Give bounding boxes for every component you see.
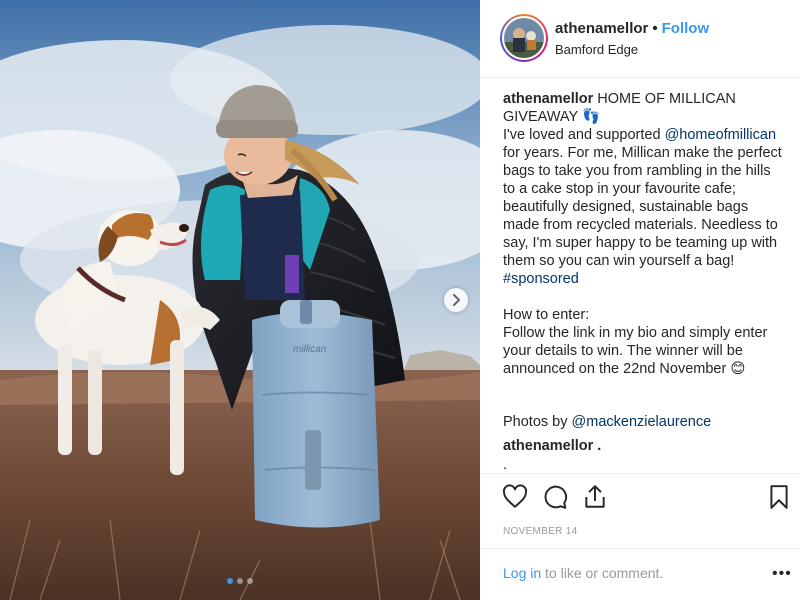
share-button[interactable] bbox=[582, 484, 608, 510]
carousel-dot bbox=[247, 578, 253, 584]
more-options-icon[interactable]: ••• bbox=[772, 565, 792, 583]
comment-icon bbox=[544, 485, 568, 509]
mention-mackenzielaurence[interactable]: @mackenzielaurence bbox=[572, 414, 712, 430]
like-button[interactable] bbox=[502, 484, 528, 510]
avatar[interactable] bbox=[500, 14, 548, 62]
carousel-dot-active bbox=[227, 578, 233, 584]
bookmark-icon bbox=[770, 485, 788, 509]
post-header: athenamellor • Follow Bamford Edge bbox=[480, 0, 800, 78]
divider bbox=[480, 473, 800, 474]
login-suffix: to like or comment. bbox=[541, 565, 664, 581]
caption-para1-start: I've loved and supported bbox=[503, 127, 665, 143]
action-bar bbox=[500, 484, 790, 510]
chevron-right-icon bbox=[453, 294, 461, 306]
caption-how-to-body: Follow the link in my bio and simply ent… bbox=[503, 325, 768, 377]
comment-username[interactable]: athenamellor . bbox=[503, 438, 601, 454]
photo-credit-prefix: Photos by bbox=[503, 414, 572, 430]
login-prompt: Log in to like or comment. bbox=[503, 565, 663, 581]
photo-scene: millican bbox=[0, 0, 480, 600]
backpack-brand: millican bbox=[293, 344, 327, 355]
next-photo-button[interactable] bbox=[444, 288, 468, 312]
caption-how-to-title: How to enter: bbox=[503, 307, 590, 323]
login-link[interactable]: Log in bbox=[503, 565, 541, 581]
hashtag-sponsored[interactable]: #sponsored bbox=[503, 271, 579, 287]
divider bbox=[480, 548, 800, 549]
photo-credit: Photos by @mackenzielaurence bbox=[503, 414, 711, 430]
comment-button[interactable] bbox=[542, 484, 568, 510]
header-username[interactable]: athenamellor bbox=[555, 20, 648, 37]
carousel-indicator bbox=[0, 578, 480, 584]
mention-homeofmillican[interactable]: @homeofmillican bbox=[665, 127, 776, 143]
heart-icon bbox=[502, 484, 528, 508]
header-separator: • bbox=[652, 20, 658, 37]
post-panel: athenamellor • Follow Bamford Edge athen… bbox=[480, 0, 800, 600]
post-caption: athenamellor HOME OF MILLICAN GIVEAWAY 👣… bbox=[503, 90, 785, 378]
follow-button[interactable]: Follow bbox=[662, 20, 710, 37]
save-button[interactable] bbox=[766, 484, 792, 510]
post-photo[interactable]: millican bbox=[0, 0, 480, 600]
avatar-image bbox=[504, 18, 544, 58]
comment-text: . bbox=[503, 457, 508, 473]
caption-username[interactable]: athenamellor bbox=[503, 91, 593, 107]
share-icon bbox=[585, 485, 605, 508]
location-link[interactable]: Bamford Edge bbox=[555, 42, 638, 57]
caption-para1-end: for years. For me, Millican make the per… bbox=[503, 145, 782, 269]
carousel-dot bbox=[237, 578, 243, 584]
post-date[interactable]: NOVEMBER 14 bbox=[503, 526, 577, 537]
